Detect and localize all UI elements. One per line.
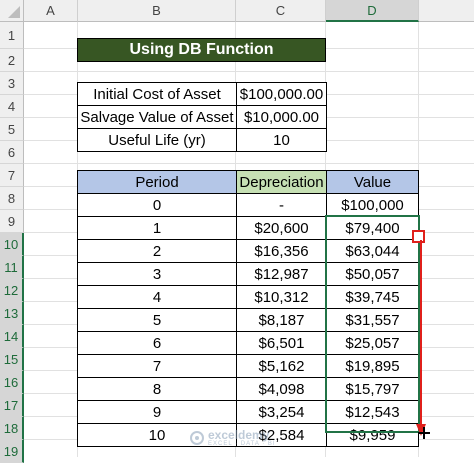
column-header-d[interactable]: D	[326, 0, 419, 22]
exceldemy-logo-icon	[190, 431, 204, 445]
select-all-corner[interactable]	[0, 0, 24, 22]
corner-triangle-icon	[8, 6, 20, 18]
row-header-8[interactable]: 8	[0, 187, 24, 210]
watermark-tagline: EXCEL · DATA · BI	[208, 441, 276, 447]
column-header-c[interactable]: C	[236, 0, 326, 22]
selection-range[interactable]	[325, 215, 420, 433]
input-value-initial-cost[interactable]: $100,000.00	[236, 82, 327, 106]
column-header-e[interactable]	[419, 0, 474, 22]
row-header-5[interactable]: 5	[0, 118, 24, 141]
row-header-14[interactable]: 14	[0, 325, 24, 348]
row-header-15[interactable]: 15	[0, 348, 24, 371]
input-label-salvage-value: Salvage Value of Asset	[77, 105, 237, 129]
header-value: Value	[326, 170, 419, 194]
row-header-4[interactable]: 4	[0, 95, 24, 118]
depreciation-cell[interactable]: -	[236, 193, 327, 217]
depreciation-cell[interactable]: $12,987	[236, 262, 327, 286]
depreciation-cell[interactable]: $5,162	[236, 354, 327, 378]
crosshair-cursor-icon	[418, 427, 430, 439]
row-header-7[interactable]: 7	[0, 164, 24, 187]
depreciation-cell[interactable]: $6,501	[236, 331, 327, 355]
column-header-b[interactable]: B	[78, 0, 236, 22]
input-label-useful-life: Useful Life (yr)	[77, 128, 237, 152]
row-header-12[interactable]: 12	[0, 279, 24, 302]
period-cell[interactable]: 6	[77, 331, 237, 355]
period-cell[interactable]: 5	[77, 308, 237, 332]
depreciation-cell[interactable]: $8,187	[236, 308, 327, 332]
period-cell[interactable]: 9	[77, 400, 237, 424]
depreciation-cell[interactable]: $20,600	[236, 216, 327, 240]
row-header-10[interactable]: 10	[0, 233, 24, 256]
sheet-title: Using DB Function	[77, 38, 326, 62]
depreciation-cell[interactable]: $4,098	[236, 377, 327, 401]
period-cell[interactable]: 3	[77, 262, 237, 286]
input-value-useful-life[interactable]: 10	[236, 128, 327, 152]
row-header-2[interactable]: 2	[0, 49, 24, 72]
row-header-17[interactable]: 17	[0, 394, 24, 417]
row-header-3[interactable]: 3	[0, 72, 24, 95]
watermark-name: exceldemy	[208, 428, 270, 442]
period-cell[interactable]: 2	[77, 239, 237, 263]
period-cell[interactable]: 8	[77, 377, 237, 401]
row-header-18[interactable]: 18	[0, 417, 24, 440]
row-header-11[interactable]: 11	[0, 256, 24, 279]
period-cell[interactable]: 0	[77, 193, 237, 217]
header-depreciation: Depreciation	[236, 170, 327, 194]
row-header-19[interactable]: 19	[0, 440, 24, 463]
header-period: Period	[77, 170, 237, 194]
period-cell[interactable]: 1	[77, 216, 237, 240]
depreciation-cell[interactable]: $3,254	[236, 400, 327, 424]
row-header-9[interactable]: 9	[0, 210, 24, 233]
column-header-a[interactable]: A	[24, 0, 78, 22]
depreciation-cell[interactable]: $16,356	[236, 239, 327, 263]
fill-drag-arrow-icon	[416, 240, 426, 436]
depreciation-cell[interactable]: $10,312	[236, 285, 327, 309]
period-cell[interactable]: 7	[77, 354, 237, 378]
watermark-logo: exceldemy EXCEL · DATA · BI	[190, 427, 320, 449]
input-label-initial-cost: Initial Cost of Asset	[77, 82, 237, 106]
row-header-13[interactable]: 13	[0, 302, 24, 325]
row-header-6[interactable]: 6	[0, 141, 24, 164]
period-cell[interactable]: 4	[77, 285, 237, 309]
value-cell[interactable]: $100,000	[326, 193, 419, 217]
row-header-1[interactable]: 1	[0, 22, 24, 49]
input-value-salvage-value[interactable]: $10,000.00	[236, 105, 327, 129]
row-header-16[interactable]: 16	[0, 371, 24, 394]
